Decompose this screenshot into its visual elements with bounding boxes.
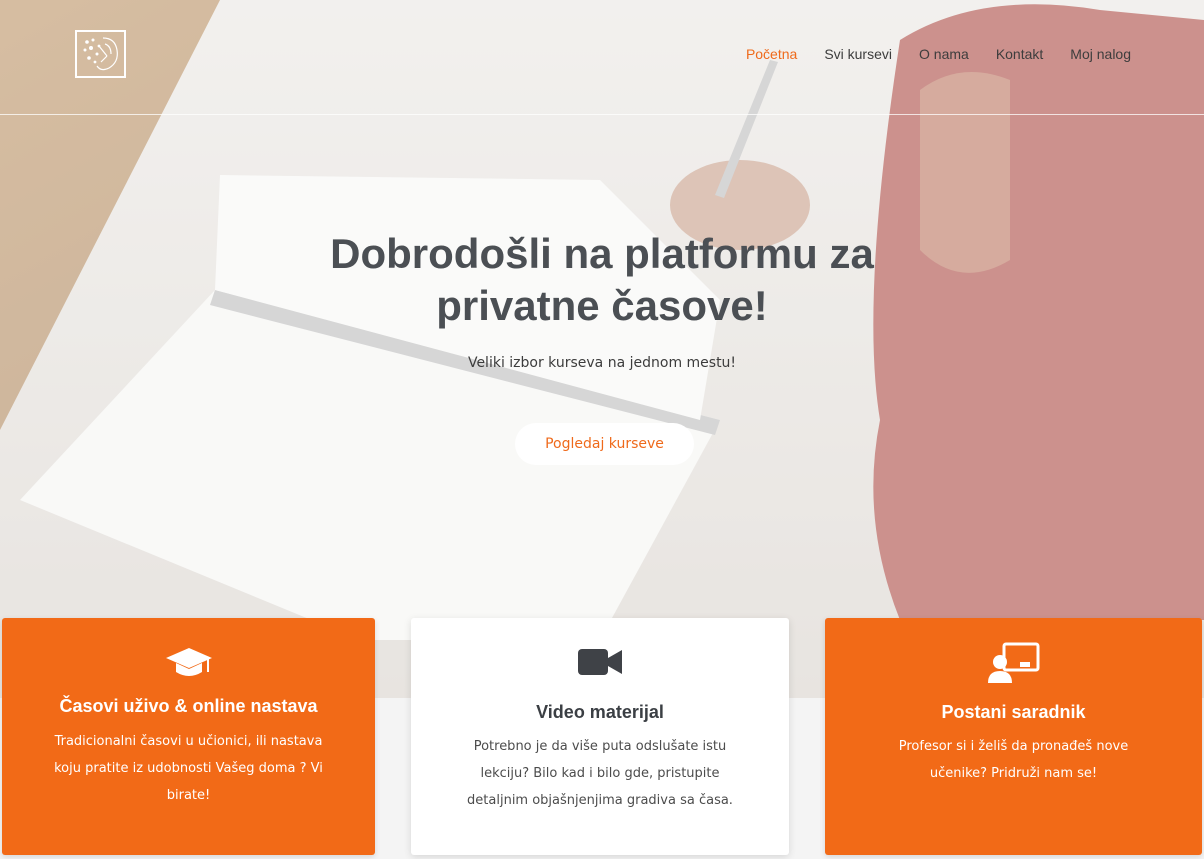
- card-title: Časovi uživo & online nastava: [59, 696, 318, 716]
- card-text: Profesor si i želiš da pronađeš nove uče…: [898, 739, 1129, 781]
- card-title: Video materijal: [536, 702, 664, 722]
- nav-item-pocetna[interactable]: Početna: [746, 45, 797, 63]
- hero-title-line2: privatne časove!: [436, 282, 768, 329]
- hero-title-line1: Dobrodošli na platformu za: [330, 230, 874, 277]
- card-title: Postani saradnik: [941, 702, 1086, 722]
- main-nav: Početna Svi kursevi O nama Kontakt Moj n…: [719, 45, 1131, 63]
- hero-subtitle: Veliki izbor kurseva na jednom mestu!: [467, 355, 737, 371]
- nav-item-kontakt[interactable]: Kontakt: [996, 45, 1043, 63]
- nav-item-moj-nalog[interactable]: Moj nalog: [1070, 45, 1131, 63]
- feature-card-video-material[interactable]: Video materijal Potrebno je da više puta…: [411, 618, 789, 855]
- site-header: Početna Svi kursevi O nama Kontakt Moj n…: [0, 0, 1204, 115]
- hero-title: Dobrodošli na platformu za privatne časo…: [302, 228, 902, 332]
- teacher-board-icon: [987, 642, 1040, 689]
- site-logo[interactable]: [75, 30, 126, 78]
- feature-card-live-classes[interactable]: Časovi uživo & online nastava Tradiciona…: [2, 618, 375, 855]
- nav-item-o-nama[interactable]: O nama: [919, 45, 969, 63]
- card-text: Tradicionalni časovi u učionici, ili nas…: [54, 734, 323, 803]
- video-camera-icon: [577, 646, 623, 683]
- view-courses-button[interactable]: Pogledaj kurseve: [515, 423, 694, 465]
- logo-icon: [83, 37, 118, 71]
- graduation-cap-icon: [164, 646, 214, 685]
- card-text: Potrebno je da više puta odslušate istu …: [467, 739, 733, 808]
- nav-item-svi-kursevi[interactable]: Svi kursevi: [824, 45, 892, 63]
- feature-card-become-partner[interactable]: Postani saradnik Profesor si i želiš da …: [825, 618, 1202, 855]
